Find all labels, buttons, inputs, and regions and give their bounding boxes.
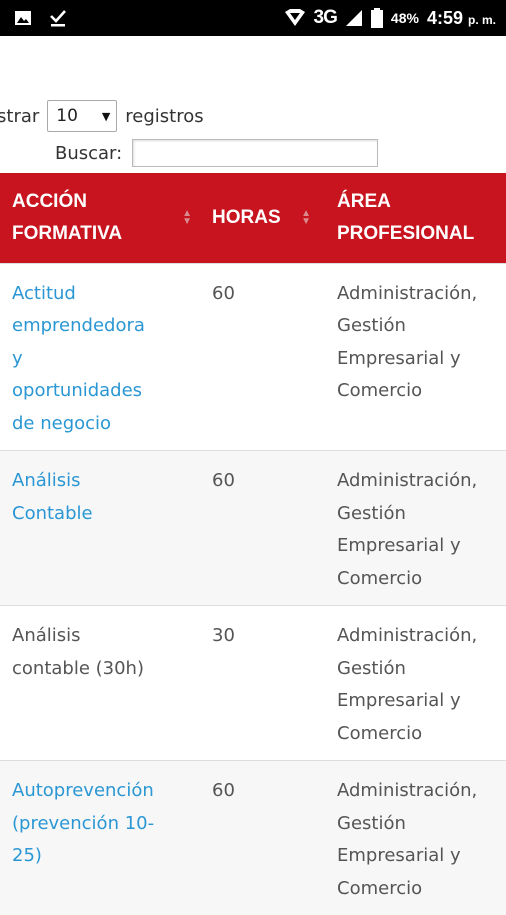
battery-icon [371, 8, 383, 28]
table-row: Análisis contable (30h) 30 Administració… [0, 606, 506, 761]
area-line: Gestión [337, 498, 500, 531]
image-icon [14, 9, 32, 27]
table-row: Autoprevención (prevención 10- 25) 60 Ad… [0, 761, 506, 915]
course-name-line: oportunidades [12, 375, 194, 408]
course-name-line: Contable [12, 498, 194, 531]
header-horas-label: HORAS [212, 207, 281, 228]
area-line: Gestión [337, 808, 500, 841]
area-line: Comercio [337, 563, 500, 596]
dropdown-arrow-icon: ▼ [102, 110, 110, 123]
hours-cell: 60 [200, 761, 331, 915]
header-area-profesional[interactable]: ÁREA PROFESIONAL [331, 173, 506, 263]
header-area-line1: ÁREA [337, 186, 496, 218]
show-label: ostrar [0, 106, 39, 127]
header-accion-formativa[interactable]: ACCIÓN FORMATIVA ▲▼ [0, 173, 200, 263]
clock: 4:59 p. m. [427, 8, 496, 29]
course-name-cell: Análisis contable (30h) [0, 606, 200, 761]
courses-table: ACCIÓN FORMATIVA ▲▼ HORAS ▲▼ ÁREA PROFES… [0, 173, 506, 915]
clock-time: 4:59 [427, 8, 463, 28]
course-name-line: Análisis [12, 465, 194, 498]
header-accion-line2: FORMATIVA [12, 218, 190, 250]
hours-cell: 60 [200, 451, 331, 606]
area-cell: Administración, Gestión Empresarial y Co… [331, 263, 506, 451]
course-name-line: Actitud [12, 278, 194, 311]
table-row: Análisis Contable 60 Administración, Ges… [0, 451, 506, 606]
area-cell: Administración, Gestión Empresarial y Co… [331, 606, 506, 761]
area-line: Administración, [337, 278, 500, 311]
course-name-line: Autoprevención [12, 775, 194, 808]
records-length-control: ostrar 10 ▼ registros [0, 100, 204, 132]
course-link[interactable]: Análisis Contable [0, 451, 200, 606]
network-type: 3G [314, 7, 337, 29]
hours-cell: 60 [200, 263, 331, 451]
battery-percent: 48% [391, 10, 419, 26]
header-horas[interactable]: HORAS ▲▼ [200, 173, 331, 263]
area-line: Empresarial y [337, 840, 500, 873]
download-done-icon [48, 8, 68, 28]
records-length-select[interactable]: 10 ▼ [47, 100, 117, 132]
area-line: Administración, [337, 620, 500, 653]
area-line: Gestión [337, 653, 500, 686]
status-bar: 3G 48% 4:59 p. m. [0, 0, 506, 36]
signal-icon [345, 9, 363, 27]
header-accion-line1: ACCIÓN [12, 186, 190, 218]
area-line: Empresarial y [337, 530, 500, 563]
records-length-value: 10 [56, 106, 78, 126]
search-control: Buscar: [55, 138, 378, 168]
area-line: Comercio [337, 718, 500, 751]
course-name-line: y [12, 343, 194, 376]
area-cell: Administración, Gestión Empresarial y Co… [331, 761, 506, 915]
wifi-icon [284, 9, 306, 27]
area-line: Empresarial y [337, 343, 500, 376]
course-name-line: contable (30h) [12, 653, 194, 686]
records-label: registros [125, 106, 203, 127]
course-link[interactable]: Autoprevención (prevención 10- 25) [0, 761, 200, 915]
course-name-line: de negocio [12, 408, 194, 441]
table-row: Actitud emprendedora y oportunidades de … [0, 263, 506, 451]
search-input[interactable] [132, 139, 378, 167]
course-name-line: Análisis [12, 620, 194, 653]
course-name-line: (prevención 10- [12, 808, 194, 841]
area-line: Administración, [337, 465, 500, 498]
course-name-line: 25) [12, 840, 194, 873]
course-name-line: emprendedora [12, 310, 194, 343]
area-line: Gestión [337, 310, 500, 343]
course-link[interactable]: Actitud emprendedora y oportunidades de … [0, 263, 200, 451]
area-cell: Administración, Gestión Empresarial y Co… [331, 451, 506, 606]
area-line: Comercio [337, 873, 500, 906]
clock-ampm: p. m. [468, 13, 496, 27]
search-label: Buscar: [55, 143, 122, 164]
area-line: Empresarial y [337, 685, 500, 718]
header-area-line2: PROFESIONAL [337, 218, 496, 250]
table-header-row: ACCIÓN FORMATIVA ▲▼ HORAS ▲▼ ÁREA PROFES… [0, 173, 506, 263]
area-line: Comercio [337, 375, 500, 408]
sort-icon: ▲▼ [301, 210, 311, 226]
sort-icon: ▲▼ [182, 210, 192, 226]
hours-cell: 30 [200, 606, 331, 761]
area-line: Administración, [337, 775, 500, 808]
